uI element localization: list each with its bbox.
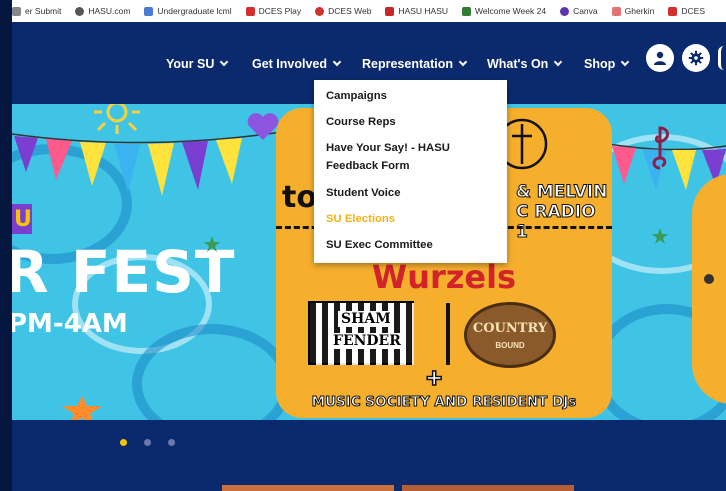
poster-top-right-text-1: & MELVIN: [515, 182, 608, 203]
bookmark-label: DCES Web: [328, 6, 372, 16]
bookmark-favicon-icon: [668, 6, 678, 16]
page: er Submit HASU.com Undergraduate lcml DC…: [0, 0, 726, 491]
chevron-down-icon: [458, 57, 468, 67]
gear-icon: [688, 50, 704, 66]
left-window-edge: [0, 0, 12, 491]
chevron-down-icon: [220, 57, 229, 67]
content-card-thumbnail[interactable]: [222, 485, 394, 491]
bookmark-favicon-icon: [12, 6, 21, 16]
bookmark[interactable]: HASU HASU: [385, 6, 448, 16]
nav-label: Your SU: [166, 57, 215, 71]
poster-headline: Wurzels: [371, 258, 517, 296]
bookmark-favicon-icon: [560, 6, 570, 16]
nav-get-involved[interactable]: Get Involved: [252, 57, 342, 71]
bookmark[interactable]: Gherkin: [611, 6, 655, 16]
dropdown-item-su-elections[interactable]: SU Elections: [326, 210, 395, 228]
dropdown-item-label: Have Your Say! - HASU: [326, 142, 450, 154]
nav-label: What's On: [487, 57, 549, 71]
bookmark-label: HASU.com: [88, 6, 131, 16]
logo-text: SHAM: [338, 311, 394, 327]
logo-text: COUNTRY: [472, 321, 548, 336]
bookmark[interactable]: DCES Play: [245, 6, 302, 16]
sham-fender-logo: SHAM FENDER: [308, 301, 414, 365]
bookmark-favicon-icon: [385, 6, 395, 16]
carousel-dot[interactable]: [144, 439, 151, 446]
account-button[interactable]: [646, 44, 674, 72]
nav-shop[interactable]: Shop: [584, 57, 630, 71]
heart-icon: [247, 113, 279, 140]
bookmark-label: er Submit: [25, 6, 62, 16]
dropdown-item-student-voice[interactable]: Student Voice: [326, 184, 400, 202]
country-bound-logo: COUNTRY BOUND: [464, 302, 556, 368]
poster-top-left-text: to: [282, 180, 317, 215]
dropdown-item-campaigns[interactable]: Campaigns: [326, 87, 387, 105]
event-time: PM-4AM: [12, 309, 128, 339]
bookmark-favicon-icon: [144, 6, 154, 16]
guitar-detail: [704, 274, 714, 284]
bookmark[interactable]: Welcome Week 24: [462, 6, 546, 16]
bookmark-label: HASU HASU: [398, 6, 449, 16]
bookmark-label: DCES: [681, 6, 706, 16]
partial-button-edge: [718, 46, 726, 70]
bookmark[interactable]: Undergraduate lcml: [144, 6, 232, 16]
bookmark[interactable]: er Submit: [12, 6, 61, 16]
bookmark-label: Gherkin: [624, 6, 655, 16]
logo-separator: [446, 303, 450, 365]
chevron-down-icon: [621, 57, 630, 67]
bookmark[interactable]: HASU.com: [75, 6, 130, 16]
bookmark-favicon-icon: [75, 6, 85, 16]
settings-button[interactable]: [682, 44, 710, 72]
bookmark-favicon-icon: [245, 6, 255, 16]
star-icon: [652, 228, 668, 244]
poster-footer: MUSIC SOCIETY AND RESIDENT DJs: [311, 394, 577, 411]
bookmark-favicon-icon: [462, 6, 472, 16]
guitar-illustration: [692, 174, 726, 404]
bookmark-label: Welcome Week 24: [475, 6, 547, 16]
carousel-dot-active[interactable]: [120, 439, 127, 446]
nav-whats-on[interactable]: What's On: [487, 57, 563, 71]
carousel-dot[interactable]: [168, 439, 175, 446]
bookmark-label: DCES Play: [258, 6, 302, 16]
bookmarks-bar: er Submit HASU.com Undergraduate lcml DC…: [12, 0, 726, 22]
dropdown-item-su-exec-committee[interactable]: SU Exec Committee: [326, 236, 433, 254]
nav-representation[interactable]: Representation: [362, 57, 468, 71]
chevron-down-icon: [332, 57, 342, 67]
nav-your-su[interactable]: Your SU: [166, 57, 229, 71]
bookmark-favicon-icon: [315, 6, 325, 16]
star-icon: [62, 396, 102, 420]
chevron-down-icon: [554, 57, 563, 67]
content-card-thumbnail[interactable]: [402, 485, 574, 491]
left-badge-text: U: [14, 207, 32, 232]
poster-top-right-text-2: C RADIO 1: [516, 202, 597, 243]
event-title: R FEST: [12, 238, 236, 306]
logo-text: BOUND: [495, 341, 525, 350]
user-icon: [654, 51, 666, 65]
bookmark-label: Undergraduate lcml: [157, 6, 232, 16]
representation-dropdown: Campaigns Course Reps Have Your Say! - H…: [314, 80, 507, 263]
nav-label: Shop: [584, 57, 616, 71]
nav-label: Get Involved: [252, 57, 328, 71]
nav-label: Representation: [362, 57, 453, 71]
dropdown-item-label: Feedback Form: [326, 160, 410, 172]
bookmark[interactable]: DCES Web: [315, 6, 371, 16]
bookmark[interactable]: DCES: [668, 6, 705, 16]
bookmark-label: Canva: [573, 6, 598, 16]
logo-text: FENDER: [330, 333, 404, 349]
star-icon: [204, 236, 220, 252]
bookmark[interactable]: Canva: [560, 6, 598, 16]
dropdown-item-have-your-say[interactable]: Have Your Say! - HASU Feedback Form: [326, 139, 450, 175]
poster-plus: +: [425, 361, 443, 394]
dropdown-item-course-reps[interactable]: Course Reps: [326, 113, 396, 131]
music-note-icon: [652, 126, 669, 170]
bookmark-favicon-icon: [611, 6, 621, 16]
